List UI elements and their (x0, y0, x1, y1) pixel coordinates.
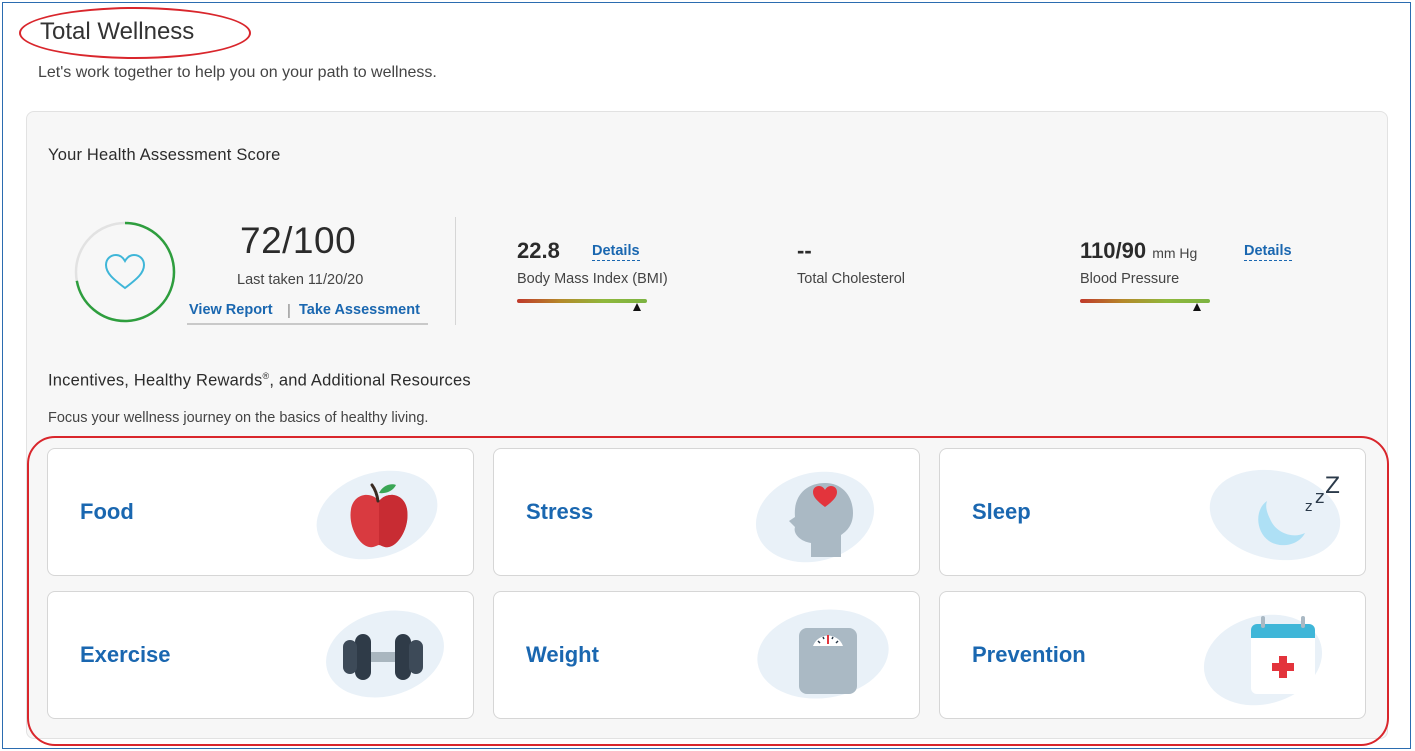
bmi-value: 22.8 (517, 238, 560, 263)
links-underline (187, 323, 428, 325)
incentives-heading: Incentives, Healthy Rewards®, and Additi… (48, 371, 471, 391)
incentives-heading-text: Incentives, Healthy Rewards (48, 371, 263, 390)
blood-pressure-label: Blood Pressure (1080, 271, 1180, 287)
incentives-heading-tail: , and Additional Resources (269, 371, 471, 390)
page-subtitle: Let's work together to help you on your … (38, 64, 437, 81)
title-annotation-circle (19, 7, 251, 59)
bmi-gauge (517, 299, 647, 303)
blood-pressure-number: 110/90 (1080, 238, 1147, 263)
take-assessment-link[interactable]: Take Assessment (299, 302, 420, 318)
bmi-label: Body Mass Index (BMI) (517, 271, 668, 287)
last-taken-date: Last taken 11/20/20 (237, 272, 364, 288)
assessment-score: 72/100 (240, 220, 357, 261)
blood-pressure-gauge-marker (1193, 303, 1201, 311)
cholesterol-value: -- (797, 238, 812, 263)
score-ring (74, 221, 176, 323)
incentives-description: Focus your wellness journey on the basic… (48, 410, 429, 426)
health-assessment-heading: Your Health Assessment Score (48, 146, 281, 164)
link-separator: | (287, 302, 291, 319)
bmi-details-link[interactable]: Details (592, 243, 640, 261)
cholesterol-label: Total Cholesterol (797, 271, 905, 287)
heart-icon (104, 253, 146, 290)
blood-pressure-value: 110/90 mm Hg (1080, 238, 1197, 264)
cards-annotation-outline (27, 436, 1389, 746)
blood-pressure-unit: mm Hg (1152, 245, 1198, 261)
blood-pressure-details-link[interactable]: Details (1244, 243, 1292, 261)
view-report-link[interactable]: View Report (189, 302, 273, 318)
bmi-gauge-marker (632, 303, 641, 311)
blood-pressure-gauge (1080, 299, 1210, 303)
score-divider (455, 217, 456, 325)
